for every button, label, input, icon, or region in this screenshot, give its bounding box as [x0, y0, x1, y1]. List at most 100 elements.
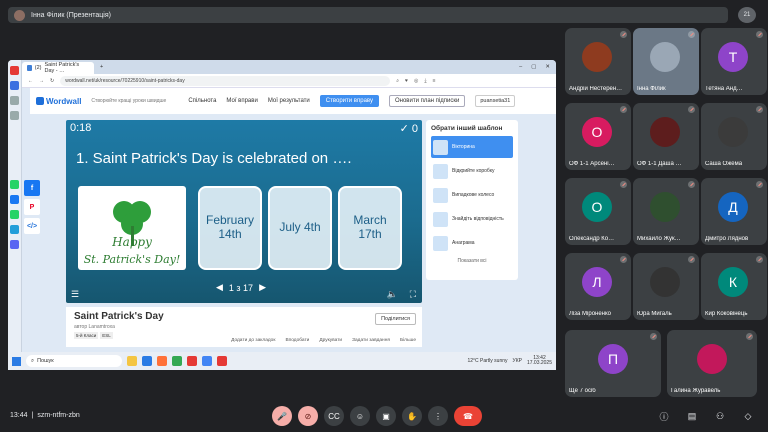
bookmark-action[interactable]: Додати до закладок	[231, 338, 275, 343]
participant-tile[interactable]: Юра Мигаль	[633, 253, 699, 320]
create-activity-button[interactable]: Створити вправу	[319, 95, 379, 107]
template-wheel[interactable]: Випадкове колесо	[431, 184, 513, 206]
answer-card-2[interactable]: July 4th	[268, 186, 332, 270]
template-anagram[interactable]: Анаграма	[431, 232, 513, 254]
participant-tile[interactable]: О Олександр Ко…	[565, 178, 631, 245]
prev-question-icon[interactable]: ◀	[216, 282, 223, 293]
participant-tile[interactable]: Андрій Нестерен…	[565, 28, 631, 95]
bookmark-icon[interactable]	[10, 96, 19, 105]
url-field[interactable]: wordwall.net/uk/resource/70225910/saint-…	[60, 75, 391, 86]
file-explorer-icon[interactable]	[127, 356, 137, 366]
nav-my-results[interactable]: Мої результати	[268, 98, 310, 104]
participant-tile[interactable]: К Кир Коковінець	[701, 253, 767, 320]
firefox-icon[interactable]	[157, 356, 167, 366]
participant-name: Галина Журавель	[671, 388, 721, 394]
mic-off-icon[interactable]: 🎤	[272, 406, 292, 426]
participant-avatar: О	[582, 117, 612, 147]
opera-icon[interactable]	[10, 66, 19, 75]
share-button[interactable]: Поділитися	[375, 313, 416, 325]
taskbar-search[interactable]: ⌕ Пошук	[26, 355, 122, 367]
participant-tile[interactable]: Інна Філик	[633, 28, 699, 95]
print-action[interactable]: Друкувати	[319, 338, 342, 343]
participant-tile[interactable]: П Ще 7 осіб	[565, 330, 661, 397]
participant-tile[interactable]: Саша Ожема	[701, 103, 767, 170]
messenger-icon[interactable]	[10, 195, 19, 204]
nav-my-activities[interactable]: Мої вправи	[226, 98, 257, 104]
pinterest-share-icon[interactable]: P	[24, 199, 40, 215]
upgrade-button[interactable]: Оновити план підписки	[388, 95, 466, 107]
chrome-icon[interactable]	[172, 356, 182, 366]
participant-tile[interactable]: Галина Журавель	[667, 330, 757, 397]
menu-icon[interactable]: ≡	[433, 78, 436, 84]
back-icon[interactable]: ←	[28, 78, 33, 84]
participant-tile[interactable]: Л Ліза Міроненко	[565, 253, 631, 320]
close-window-icon[interactable]: ✕	[545, 64, 550, 70]
language-indicator[interactable]: УКР	[513, 358, 522, 364]
taskbar-clock[interactable]: 13:42 17.03.2025	[527, 355, 552, 367]
people-icon[interactable]: ⚇	[710, 406, 730, 426]
weather-widget[interactable]: 12°C Partly sunny	[467, 358, 507, 364]
windows-start-icon[interactable]	[12, 356, 21, 366]
heart-icon[interactable]: ♥	[405, 78, 408, 84]
template-open-box[interactable]: Відкрийте коробку	[431, 160, 513, 182]
embed-share-icon[interactable]: </>	[24, 218, 40, 234]
nav-community[interactable]: Спільнота	[188, 98, 216, 104]
participant-tile[interactable]: Михайло Жук…	[633, 178, 699, 245]
emoji-icon[interactable]: ☺	[350, 406, 370, 426]
chat-icon[interactable]: ▤	[682, 406, 702, 426]
participant-tile[interactable]: ОФ 1-1 Даша …	[633, 103, 699, 170]
user-menu[interactable]: puansetia31	[475, 95, 516, 107]
whatsapp-icon-2[interactable]	[10, 210, 19, 219]
participant-tile[interactable]: Т Тетяна Анд…	[701, 28, 767, 95]
search-page-icon[interactable]: ⌕	[396, 78, 399, 84]
template-quiz[interactable]: Вікторина	[431, 136, 513, 158]
app-icon[interactable]	[202, 356, 212, 366]
whatsapp-icon[interactable]	[10, 180, 19, 189]
info-icon[interactable]: ⓘ	[654, 406, 674, 426]
meeting-controls: 🎤 ⊘ CC ☺ ▣ ✋ ⋮ ☎	[272, 406, 482, 426]
reload-icon[interactable]: ↻	[50, 78, 54, 84]
author-name[interactable]: Lanamtroxa	[89, 324, 115, 330]
history-icon[interactable]	[10, 111, 19, 120]
home-icon[interactable]	[10, 81, 19, 90]
raise-hand-icon[interactable]: ✋	[402, 406, 422, 426]
participant-tile[interactable]: О ОФ 1-1 Арсені…	[565, 103, 631, 170]
answer-card-3[interactable]: March 17th	[338, 186, 402, 270]
template-match[interactable]: Знайдіть відповідність	[431, 208, 513, 230]
browser-tab[interactable]: (2) Saint Patrick's Day - …	[22, 62, 94, 74]
app-icon-2[interactable]	[217, 356, 227, 366]
muted-mic-icon	[688, 106, 695, 113]
fullscreen-icon[interactable]: ⛶	[410, 289, 416, 300]
answer-card-1[interactable]: February 14th	[198, 186, 262, 270]
meeting-details[interactable]: 13:44 | szm-ntfm-zbn	[10, 412, 80, 419]
forward-icon[interactable]: →	[39, 78, 44, 84]
minimize-icon[interactable]: –	[519, 64, 522, 70]
discord-icon[interactable]	[10, 240, 19, 249]
wordwall-logo[interactable]: Wordwall	[36, 97, 81, 106]
next-question-icon[interactable]: ▶	[259, 282, 266, 293]
maximize-icon[interactable]: ▢	[531, 64, 536, 70]
captions-icon[interactable]: CC	[324, 406, 344, 426]
menu-grid-icon[interactable]: ☰	[71, 289, 79, 300]
show-all-link[interactable]: Показати всі	[431, 258, 513, 264]
assign-action[interactable]: Задати завдання	[352, 338, 390, 343]
volume-icon[interactable]: 🔈	[387, 289, 398, 300]
camera-off-icon[interactable]: ⊘	[298, 406, 318, 426]
telegram-icon[interactable]	[10, 225, 19, 234]
more-action[interactable]: Більше	[400, 338, 416, 343]
download-icon[interactable]: ⤓	[424, 78, 426, 84]
level-tag[interactable]: 5-й Класи	[74, 332, 99, 339]
facebook-share-icon[interactable]: f	[24, 180, 40, 196]
activities-icon[interactable]: ◇	[738, 406, 758, 426]
edge-icon[interactable]	[142, 356, 152, 366]
present-icon[interactable]: ▣	[376, 406, 396, 426]
like-action[interactable]: Вподобати	[285, 338, 309, 343]
participant-tile[interactable]: Д Дмитро Ляднов	[701, 178, 767, 245]
level-tag[interactable]: ESL	[100, 332, 113, 339]
leave-call-button[interactable]: ☎	[454, 406, 482, 426]
new-tab-icon[interactable]: +	[100, 64, 103, 70]
opera-taskbar-icon[interactable]	[187, 356, 197, 366]
more-options-icon[interactable]: ⋮	[428, 406, 448, 426]
participants-count-badge[interactable]: 21	[738, 7, 756, 23]
camera-icon[interactable]: ◎	[414, 78, 418, 84]
